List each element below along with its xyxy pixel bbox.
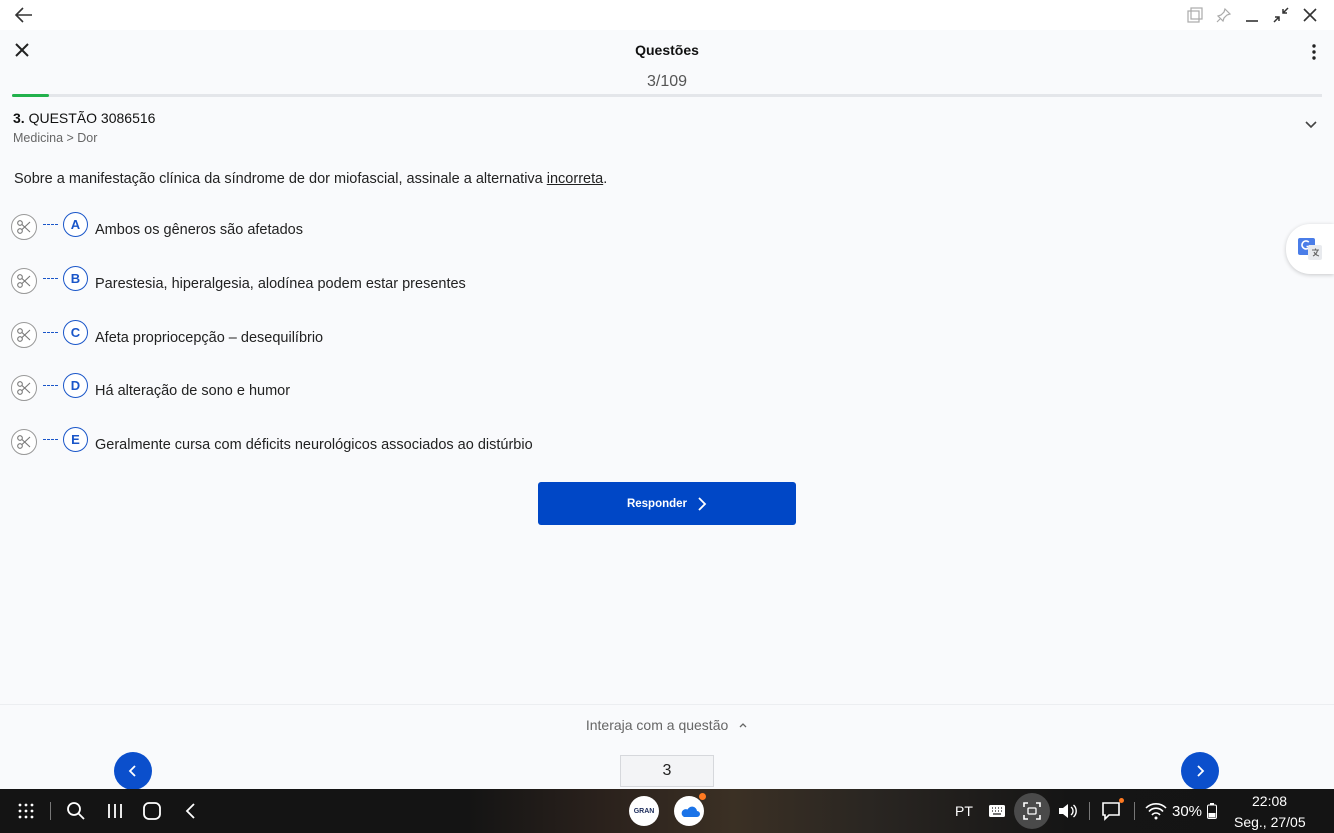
option-text: Ambos os gêneros são afetados	[95, 222, 303, 238]
chevron-left-icon	[128, 765, 136, 777]
question-counter: 3/109	[646, 73, 688, 90]
page-title: Questões	[635, 42, 699, 58]
dashed-connector	[43, 277, 58, 279]
option-letter: A	[63, 211, 88, 237]
translate-icon[interactable]	[1286, 224, 1334, 274]
battery-level: 30%	[1172, 803, 1203, 820]
progress-bar	[12, 94, 1322, 97]
previous-question-button[interactable]	[114, 752, 152, 790]
search-icon[interactable]	[64, 799, 88, 823]
dashed-connector	[43, 331, 58, 333]
chevron-down-icon[interactable]	[1304, 118, 1318, 132]
option-b[interactable]: B Parestesia, hiperalgesia, alodínea pod…	[11, 265, 466, 296]
option-d[interactable]: D Há alteração de sono e humor	[11, 372, 291, 403]
scissors-icon[interactable]	[11, 429, 37, 455]
option-text: Parestesia, hiperalgesia, alodínea podem…	[95, 276, 466, 292]
option-c[interactable]: C Afeta propriocepção – desequilíbrio	[11, 319, 324, 350]
recent-apps-icon[interactable]	[103, 799, 127, 823]
multi-window-icon[interactable]	[1184, 4, 1206, 26]
question-number-input[interactable]	[620, 755, 714, 787]
option-a[interactable]: A Ambos os gêneros são afetados	[11, 211, 303, 242]
gran-app-icon[interactable]: GRAN	[629, 796, 659, 826]
wifi-icon[interactable]	[1144, 799, 1168, 823]
onedrive-icon[interactable]	[674, 796, 704, 826]
keyboard-icon[interactable]	[986, 799, 1008, 823]
option-text: Afeta propriocepção – desequilíbrio	[95, 330, 324, 346]
question-stem: Sobre a manifestação clínica da síndrome…	[14, 171, 608, 187]
option-letter: B	[63, 265, 88, 291]
clock-time[interactable]: 22:08	[1252, 793, 1287, 809]
chevron-right-icon	[698, 496, 707, 511]
stem-emphasis: incorreta	[546, 171, 604, 187]
option-text: Geralmente cursa com déficits neurológic…	[95, 437, 533, 453]
taskbar-divider	[1089, 802, 1090, 820]
apps-grid-icon[interactable]	[14, 799, 38, 823]
bottom-panel: Interaja com a questão	[0, 704, 1334, 790]
option-text: Há alteração de sono e humor	[95, 383, 291, 399]
screen-capture-icon[interactable]	[1021, 799, 1043, 823]
breadcrumb: Medicina > Dor	[13, 131, 98, 145]
dashed-connector	[43, 223, 58, 225]
volume-icon[interactable]	[1055, 799, 1079, 823]
option-letter: C	[63, 319, 88, 345]
scissors-icon[interactable]	[11, 375, 37, 401]
system-taskbar: GRAN PT 30% 22:08 Seg., 27/05	[0, 789, 1334, 833]
restore-icon[interactable]	[1270, 4, 1292, 26]
chevron-right-icon	[1197, 765, 1205, 777]
scissors-icon[interactable]	[11, 214, 37, 240]
question-header: 3. QUESTÃO 3086516 Medicina > Dor	[13, 110, 155, 145]
option-letter: E	[63, 426, 88, 452]
taskbar-divider	[50, 802, 51, 820]
dashed-connector	[43, 438, 58, 440]
respond-button[interactable]: Responder	[538, 482, 796, 525]
notification-dot	[699, 793, 706, 800]
interact-toggle[interactable]: Interaja com a questão	[0, 717, 1334, 733]
scissors-icon[interactable]	[11, 322, 37, 348]
language-indicator[interactable]: PT	[955, 803, 973, 819]
progress-fill	[12, 94, 49, 97]
home-icon[interactable]	[140, 799, 164, 823]
scissors-icon[interactable]	[11, 268, 37, 294]
window-title-bar	[0, 0, 1334, 30]
notification-dot	[1119, 798, 1124, 803]
window-close-icon[interactable]	[1299, 4, 1321, 26]
system-back-icon[interactable]	[179, 799, 203, 823]
option-e[interactable]: E Geralmente cursa com déficits neurológ…	[11, 426, 533, 457]
dashed-connector	[43, 384, 58, 386]
question-number: 3.	[13, 110, 25, 126]
pin-icon[interactable]	[1213, 4, 1235, 26]
taskbar-divider	[1134, 802, 1135, 820]
gran-logo-text: GRAN	[633, 807, 655, 815]
app-header: Questões 3/109	[0, 30, 1334, 96]
more-options-icon[interactable]	[1306, 42, 1322, 62]
chevron-up-icon	[739, 723, 747, 728]
question-label: QUESTÃO 3086516	[28, 110, 156, 126]
battery-icon	[1205, 799, 1219, 823]
next-question-button[interactable]	[1181, 752, 1219, 790]
minimize-icon[interactable]	[1241, 4, 1263, 26]
option-letter: D	[63, 372, 88, 398]
respond-label: Responder	[626, 497, 688, 510]
back-arrow-icon[interactable]	[12, 4, 36, 26]
clock-date[interactable]: Seg., 27/05	[1234, 814, 1306, 830]
